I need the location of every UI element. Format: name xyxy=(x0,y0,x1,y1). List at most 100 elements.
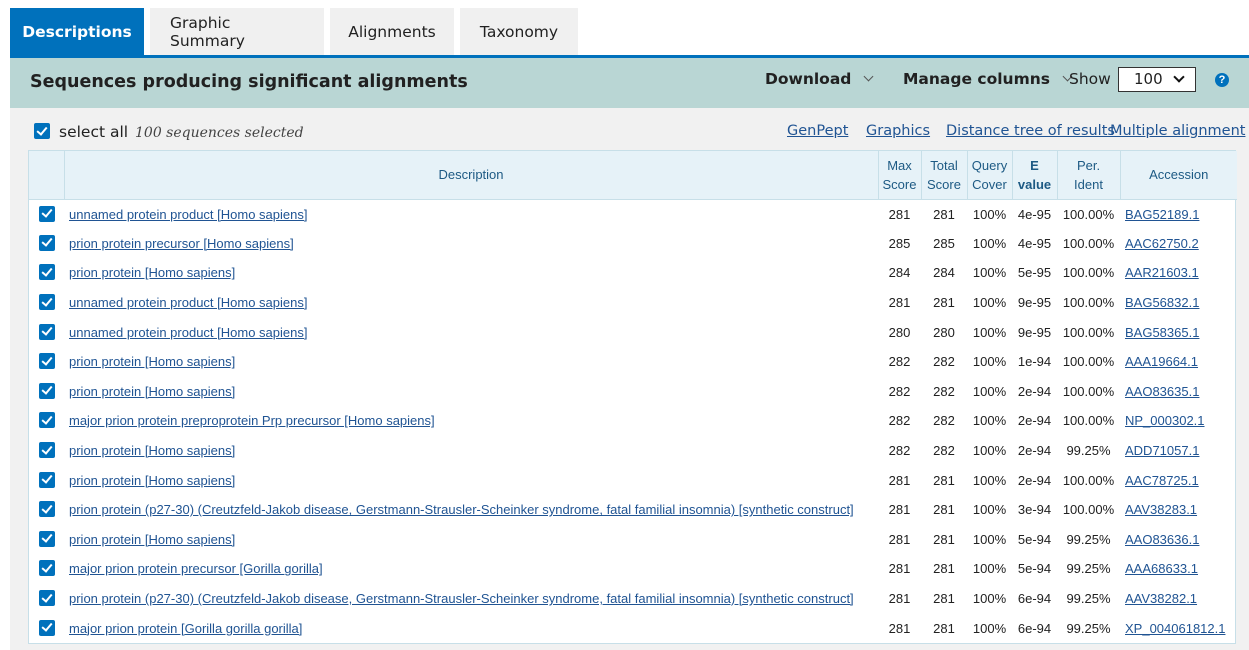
accession-link[interactable]: ADD71057.1 xyxy=(1125,443,1199,458)
row-max-score: 282 xyxy=(888,413,911,429)
row-total-score: 281 xyxy=(933,531,955,547)
row-checkbox[interactable] xyxy=(38,471,55,488)
results-table: Description Max Score Total Score Query Cov… xyxy=(28,150,1237,644)
tab-descriptions[interactable]: Descriptions xyxy=(10,8,144,56)
row-checkbox[interactable] xyxy=(38,323,55,340)
row-checkbox[interactable] xyxy=(38,353,55,370)
table-row: prion protein [Homo sapiens] 281 281 100% 2e… xyxy=(29,465,1237,495)
col-accession[interactable]: Accession xyxy=(1120,151,1237,200)
description-link[interactable]: prion protein [Homo sapiens] xyxy=(69,532,235,547)
row-checkbox-cell xyxy=(29,613,64,643)
description-link[interactable]: prion protein (p27-30) (Creutzfeld-Jakob… xyxy=(69,591,854,606)
row-description-cell: prion protein [Homo sapiens] xyxy=(64,347,878,377)
table-row: prion protein [Homo sapiens] 282 282 100% 2e… xyxy=(29,436,1237,466)
row-e-value: 9e-95 xyxy=(1017,295,1052,311)
accession-link[interactable]: XP_004061812.1 xyxy=(1125,621,1225,636)
description-link[interactable]: major prion protein preproprotein Prp pr… xyxy=(69,413,435,428)
row-checkbox[interactable] xyxy=(38,294,55,311)
row-max-score: 280 xyxy=(888,324,911,340)
description-link[interactable]: prion protein [Homo sapiens] xyxy=(69,473,235,488)
row-query-cover: 100% xyxy=(972,206,1007,222)
accession-link[interactable]: BAG58365.1 xyxy=(1125,325,1199,340)
graphics-link[interactable]: Graphics xyxy=(866,123,930,139)
description-link[interactable]: major prion protein [Gorilla gorilla gor… xyxy=(69,621,302,636)
accession-link[interactable]: AAA68633.1 xyxy=(1125,561,1198,576)
col-e-value[interactable]: Evalue xyxy=(1012,151,1058,200)
page-title: Sequences producing significant alignmen… xyxy=(30,72,468,92)
description-link[interactable]: prion protein [Homo sapiens] xyxy=(69,265,235,280)
row-query-cover: 100% xyxy=(972,324,1007,340)
row-checkbox[interactable] xyxy=(38,412,55,429)
row-description-cell: prion protein [Homo sapiens] xyxy=(64,258,878,288)
tab-graphic-summary[interactable]: Graphic Summary xyxy=(150,8,324,56)
description-link[interactable]: prion protein [Homo sapiens] xyxy=(69,384,235,399)
tab-alignments[interactable]: Alignments xyxy=(330,8,454,56)
row-max-score: 281 xyxy=(888,620,911,636)
download-menu[interactable]: Download xyxy=(765,70,874,88)
row-description-cell: prion protein [Homo sapiens] xyxy=(64,465,878,495)
row-total-score: 281 xyxy=(933,620,955,636)
accession-link[interactable]: AAA19664.1 xyxy=(1125,354,1198,369)
accession-link[interactable]: BAG52189.1 xyxy=(1125,207,1199,222)
row-checkbox[interactable] xyxy=(38,560,55,577)
distance-tree-link[interactable]: Distance tree of results xyxy=(946,123,1115,139)
row-per-ident: 100.00% xyxy=(1062,206,1115,222)
row-checkbox-cell xyxy=(29,525,64,555)
accession-link[interactable]: AAO83636.1 xyxy=(1125,532,1199,547)
col-total-score[interactable]: Total Score xyxy=(921,151,968,200)
row-checkbox[interactable] xyxy=(38,501,55,518)
row-checkbox[interactable] xyxy=(38,264,55,281)
row-per-ident: 99.25% xyxy=(1066,443,1111,459)
row-accession-cell: AAA68633.1 xyxy=(1120,554,1237,584)
row-checkbox[interactable] xyxy=(38,234,55,251)
row-per-ident: 100.00% xyxy=(1062,413,1115,429)
description-link[interactable]: prion protein (p27-30) (Creutzfeld-Jakob… xyxy=(69,502,854,517)
row-accession-cell: AAA19664.1 xyxy=(1120,347,1237,377)
col-per-ident[interactable]: Per. Ident xyxy=(1057,151,1121,200)
description-link[interactable]: unnamed protein product [Homo sapiens] xyxy=(69,207,307,222)
header-checkbox-col xyxy=(29,151,65,200)
tab-taxonomy[interactable]: Taxonomy xyxy=(460,8,578,56)
description-link[interactable]: major prion protein precursor [Gorilla g… xyxy=(69,561,323,576)
col-query-cover[interactable]: Query Cover xyxy=(967,151,1013,200)
row-checkbox[interactable] xyxy=(38,530,55,547)
manage-columns-menu[interactable]: Manage columns xyxy=(903,70,1073,88)
select-all-label[interactable]: select all xyxy=(59,123,128,141)
row-max-score: 282 xyxy=(888,443,911,459)
accession-link[interactable]: AAV38283.1 xyxy=(1125,502,1197,517)
accession-link[interactable]: AAV38282.1 xyxy=(1125,591,1197,606)
col-description[interactable]: Description xyxy=(64,151,879,200)
chevron-down-icon xyxy=(863,71,874,82)
row-checkbox[interactable] xyxy=(38,619,55,636)
description-link[interactable]: prion protein precursor [Homo sapiens] xyxy=(69,236,294,251)
description-link[interactable]: prion protein [Homo sapiens] xyxy=(69,443,235,458)
row-checkbox[interactable] xyxy=(38,590,55,607)
show-count-select[interactable]: 100 xyxy=(1118,67,1196,92)
col-max-score[interactable]: Max Score xyxy=(878,151,922,200)
accession-link[interactable]: BAG56832.1 xyxy=(1125,295,1199,310)
row-max-score: 282 xyxy=(888,383,911,399)
table-row: prion protein (p27-30) (Creutzfeld-Jakob… xyxy=(29,584,1237,614)
description-link[interactable]: unnamed protein product [Homo sapiens] xyxy=(69,325,307,340)
row-checkbox-cell xyxy=(29,406,64,436)
accession-link[interactable]: AAC62750.2 xyxy=(1125,236,1199,251)
row-e-value: 5e-94 xyxy=(1017,531,1052,547)
row-checkbox[interactable] xyxy=(38,205,55,222)
row-checkbox[interactable] xyxy=(38,382,55,399)
genpept-link[interactable]: GenPept xyxy=(787,123,848,139)
select-all-checkbox[interactable] xyxy=(34,123,50,139)
row-checkbox[interactable] xyxy=(38,442,55,459)
row-query-cover: 100% xyxy=(972,591,1007,607)
help-icon[interactable]: ? xyxy=(1215,73,1229,87)
multiple-alignment-link[interactable]: Multiple alignment xyxy=(1110,123,1245,139)
accession-link[interactable]: AAO83635.1 xyxy=(1125,384,1199,399)
accession-link[interactable]: NP_000302.1 xyxy=(1125,413,1205,428)
row-checkbox-cell xyxy=(29,258,64,288)
description-link[interactable]: unnamed protein product [Homo sapiens] xyxy=(69,295,307,310)
accession-link[interactable]: AAC78725.1 xyxy=(1125,473,1199,488)
description-link[interactable]: prion protein [Homo sapiens] xyxy=(69,354,235,369)
row-max-score: 282 xyxy=(888,354,911,370)
row-e-value: 4e-95 xyxy=(1017,235,1052,251)
row-max-score: 281 xyxy=(888,531,911,547)
accession-link[interactable]: AAR21603.1 xyxy=(1125,265,1199,280)
